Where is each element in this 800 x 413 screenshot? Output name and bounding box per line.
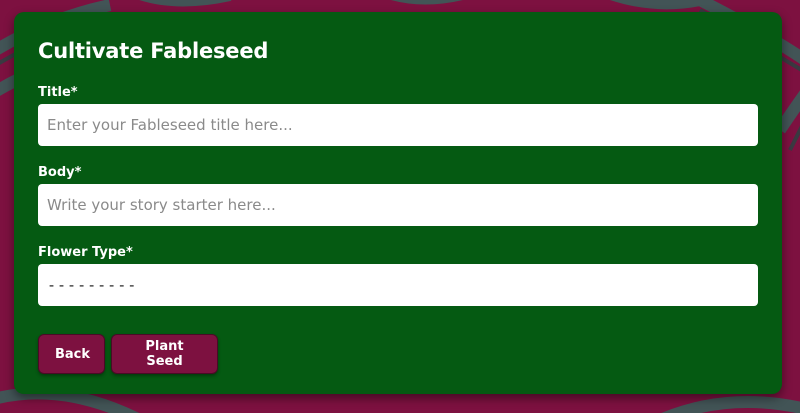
flower-type-selected-value: --------- [47, 276, 138, 294]
title-label: Title* [38, 85, 78, 100]
body-input[interactable] [38, 184, 758, 226]
flower-type-label: Flower Type* [38, 245, 133, 260]
flower-type-select[interactable]: --------- [38, 264, 758, 306]
body-label: Body* [38, 165, 82, 180]
title-input[interactable] [38, 104, 758, 146]
fableseed-form-card: Cultivate Fableseed Title* Body* Flower … [14, 12, 782, 394]
form-actions: Back Plant Seed [38, 334, 758, 374]
plant-seed-button[interactable]: Plant Seed [111, 334, 218, 374]
page-title: Cultivate Fableseed [38, 39, 269, 63]
back-button[interactable]: Back [38, 334, 105, 374]
